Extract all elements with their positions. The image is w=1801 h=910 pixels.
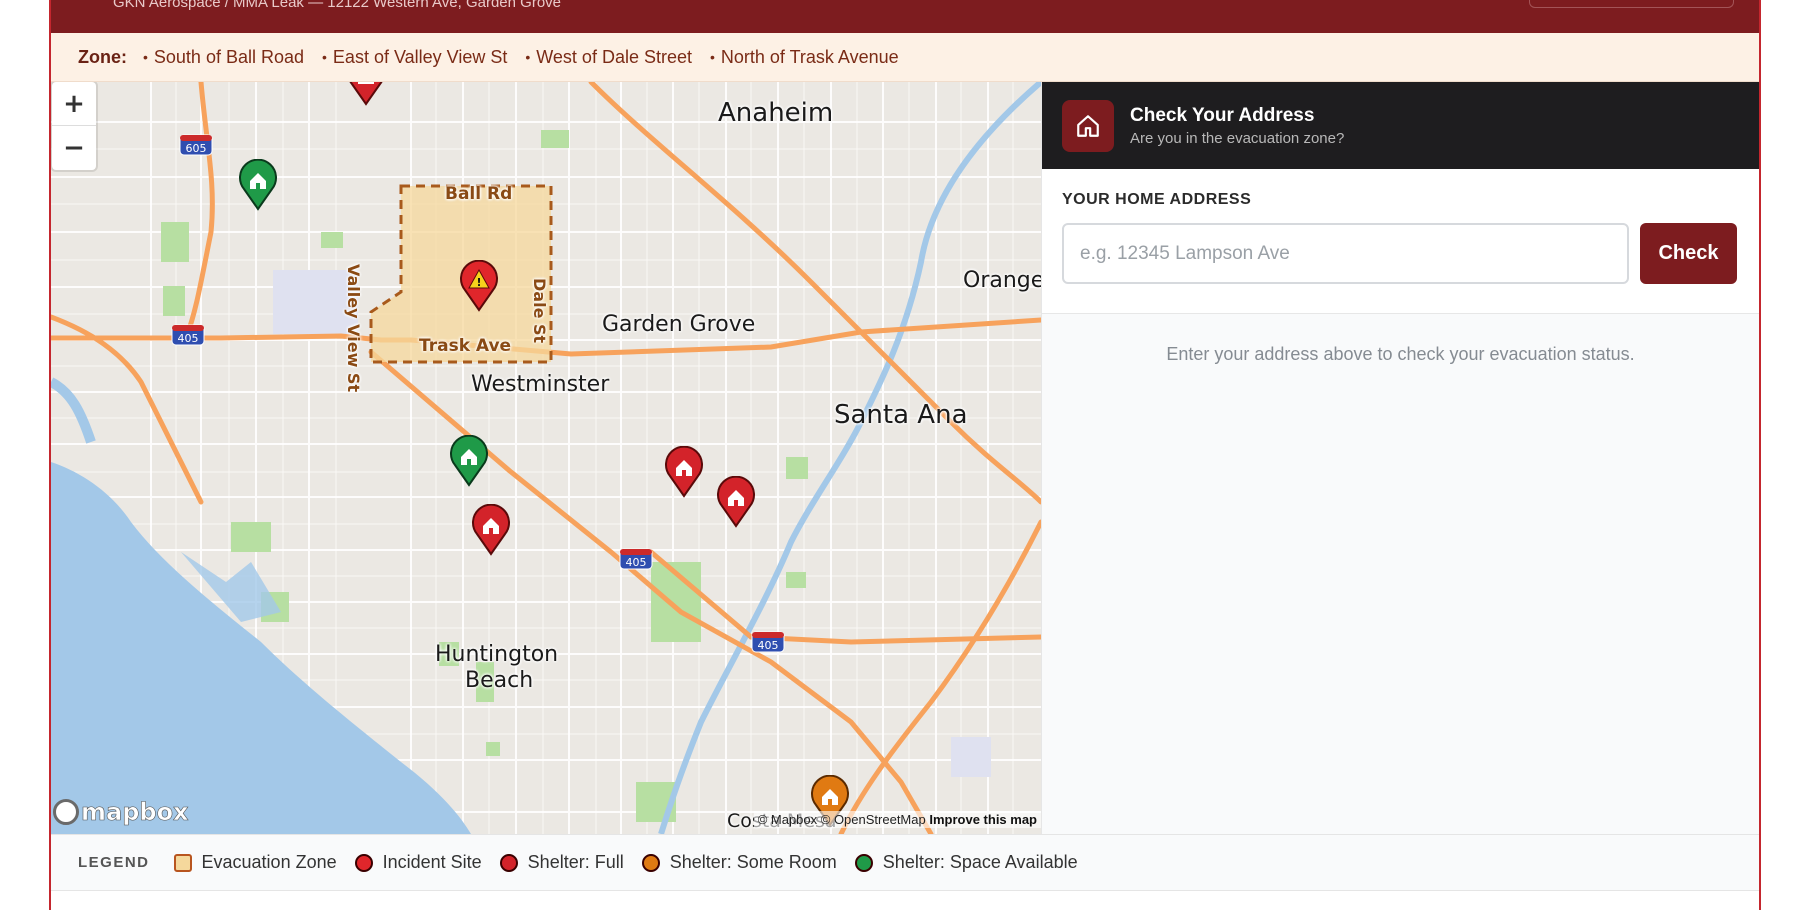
shelter-full-marker[interactable] [471,504,511,556]
shelter-full-swatch-icon [499,853,518,872]
address-label: YOUR HOME ADDRESS [1062,191,1252,208]
evacuation-map[interactable]: 605 405 405 405 Ball Rd Trask Ave Valley… [51,82,1041,834]
shield-405-icon: 405 [751,631,785,653]
place-label-westminster: Westminster [471,372,610,397]
legend-item-shelter-available: Shelter: Space Available [854,852,1078,873]
panel-subtitle: Are you in the evacuation zone? [1130,129,1345,147]
shelter-available-marker[interactable] [449,435,489,487]
shelter-full-marker[interactable] [346,82,386,106]
panel-title: Check Your Address [1130,104,1315,126]
improve-map-link[interactable]: Improve this map [929,812,1037,827]
zoom-out-button[interactable]: − [52,126,96,170]
incident-site-swatch-icon [354,853,373,872]
zone-item: South of Ball Road [143,47,304,68]
svg-text:!: ! [476,276,481,289]
legend-item-evacuation-zone: Evacuation Zone [173,852,337,873]
shield-405-icon: 405 [171,324,205,346]
svg-text:405: 405 [178,332,199,345]
address-input[interactable] [1062,223,1629,284]
place-label-santa-ana: Santa Ana [834,400,968,430]
place-label-huntington: Huntington [435,642,559,667]
shelter-some-room-swatch-icon [641,853,660,872]
legend-title: LEGEND [78,854,150,871]
road-label-ball: Ball Rd [445,184,513,204]
incident-site-marker[interactable]: ! [459,260,499,312]
evacuation-zone-swatch-icon [173,853,192,872]
address-form: YOUR HOME ADDRESS Check [1042,169,1759,314]
shelter-full-marker[interactable] [664,446,704,498]
mapbox-logo[interactable]: mapbox [53,798,189,826]
svg-text:405: 405 [758,639,779,652]
header-subtitle: GKN Aerospace / MMA Leak — 12122 Western… [113,0,562,11]
zone-label: Zone: [78,46,127,67]
place-label-orange: Orange [963,268,1041,293]
map-base-layer [51,82,1041,834]
shelter-full-marker[interactable] [716,476,756,528]
zone-item: West of Dale Street [525,47,692,68]
shelter-available-marker[interactable] [238,159,278,211]
road-label-trask: Trask Ave [419,336,512,356]
page-header: GKN Aerospace / MMA Leak — 12122 Western… [51,0,1759,33]
place-label-anaheim: Anaheim [718,98,834,128]
address-check-panel: Check Your Address Are you in the evacua… [1041,82,1759,834]
road-label-valley-view: Valley View St [344,264,363,393]
attribution-text: © Mapbox © OpenStreetMap [757,812,926,827]
status-message: Enter your address above to check your e… [1166,344,1635,364]
zoom-control: + − [52,82,96,170]
home-icon [1062,99,1114,152]
mapbox-logo-icon [53,799,79,825]
svg-text:605: 605 [186,142,207,155]
zone-item: East of Valley View St [322,47,507,68]
header-button[interactable] [1529,0,1734,8]
place-label-garden-grove: Garden Grove [602,312,756,337]
zone-bar: Zone: South of Ball Road East of Valley … [51,33,1759,82]
shield-405-icon: 405 [619,548,653,570]
zoom-in-button[interactable]: + [52,82,96,126]
legend-item-shelter-some-room: Shelter: Some Room [641,852,837,873]
map-legend: LEGEND Evacuation Zone Incident Site She… [51,834,1759,891]
panel-header: Check Your Address Are you in the evacua… [1042,82,1759,169]
legend-item-shelter-full: Shelter: Full [499,852,624,873]
svg-text:405: 405 [626,556,647,569]
road-label-dale: Dale St [530,278,549,344]
check-button[interactable]: Check [1640,223,1737,284]
map-attribution: © Mapbox © OpenStreetMap Improve this ma… [753,811,1041,828]
legend-item-incident-site: Incident Site [354,852,482,873]
app-frame: GKN Aerospace / MMA Leak — 12122 Western… [49,0,1761,910]
shield-605-icon: 605 [179,134,213,156]
place-label-beach: Beach [465,668,534,693]
shelter-available-swatch-icon [854,853,873,872]
zone-item: North of Trask Avenue [710,47,899,68]
